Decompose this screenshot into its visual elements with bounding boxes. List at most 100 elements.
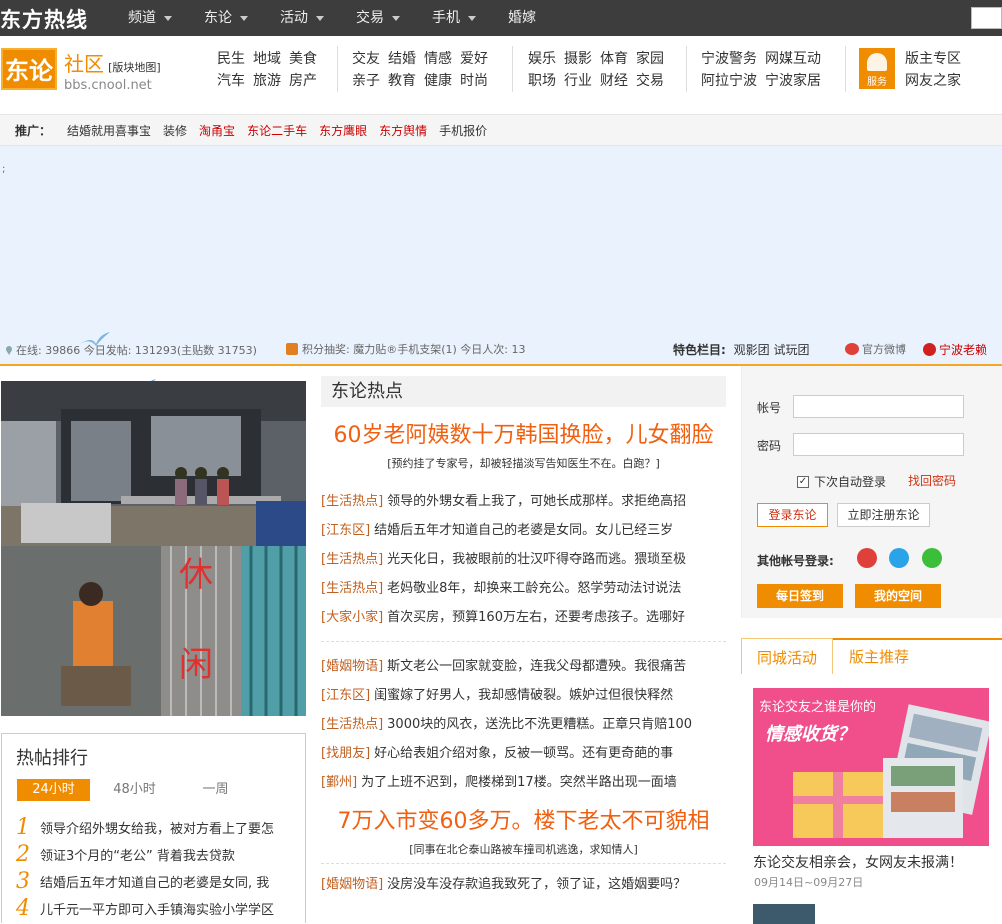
hot-ranking-item[interactable]: 1 领导介绍外甥女给我，被对方看上了要怎: [16, 814, 274, 841]
news-text[interactable]: 闺蜜嫁了好男人，我却感情破裂。嫉妒过但很快释然: [374, 684, 673, 703]
site-map-link[interactable]: [版块地图]: [108, 61, 161, 74]
promo-link[interactable]: 手机报价: [439, 122, 487, 139]
tab-moderator-pick[interactable]: 版主推荐: [833, 638, 925, 674]
featured-photo[interactable]: [1, 381, 306, 546]
news-tag[interactable]: [生活热点]: [321, 577, 383, 596]
channel-link[interactable]: 娱乐: [528, 48, 556, 70]
my-space-button[interactable]: 我的空间: [855, 584, 941, 608]
news-text[interactable]: 首次买房，预算160万左右，还要考虑孩子。选哪好: [387, 606, 685, 625]
service-button[interactable]: 服务: [859, 48, 895, 89]
channel-link[interactable]: 交易: [636, 70, 664, 92]
daily-signin-button[interactable]: 每日签到: [757, 584, 843, 608]
activity-thumbnail[interactable]: [753, 904, 815, 924]
channel-link[interactable]: 家园: [636, 48, 664, 70]
news-item[interactable]: [大家小家] 首次买房，预算160万左右，还要考虑孩子。选哪好: [321, 601, 726, 630]
channel-link[interactable]: 行业: [564, 70, 592, 92]
channel-link[interactable]: 宁波家居: [765, 70, 821, 92]
tab-48h[interactable]: 48小时: [98, 779, 171, 801]
forum-logo[interactable]: 东论: [1, 48, 57, 90]
news-text[interactable]: 光天化日，我被眼前的壮汉吓得夺路而逃。猥琐至极: [387, 548, 686, 567]
news-tag[interactable]: [婚姻物语]: [321, 655, 383, 674]
channel-link[interactable]: 阿拉宁波: [701, 70, 757, 92]
promo-link[interactable]: 东论二手车: [247, 122, 307, 139]
promo-link[interactable]: 东方鹰眼: [319, 122, 367, 139]
activity-caption[interactable]: 东论交友相亲会，女网友未报满！: [753, 852, 963, 872]
channel-link[interactable]: 职场: [528, 70, 556, 92]
news-tag[interactable]: [生活热点]: [321, 548, 383, 567]
news-item[interactable]: [找朋友] 好心给表姐介绍对象，反被一顿骂。还有更奇葩的事: [321, 737, 726, 766]
account-input[interactable]: [793, 395, 964, 418]
lottery-text[interactable]: 积分抽奖: 魔力贴®手机支架(1) 今日人次: 13: [302, 341, 525, 357]
hot-ranking-item[interactable]: 2 领证3个月的“老公” 背着我去贷款: [16, 841, 274, 868]
channel-link[interactable]: 地域: [253, 48, 281, 70]
headline-link[interactable]: 7万入市变60多万。楼下老太不可貌相: [321, 803, 726, 835]
lottery-stats[interactable]: 积分抽奖: 魔力贴®手机支架(1) 今日人次: 13: [286, 341, 525, 357]
activity-image[interactable]: 东论交友之谁是你的 情感收货？: [753, 688, 989, 846]
channel-link[interactable]: 健康: [424, 70, 452, 92]
nav-item[interactable]: 活动: [264, 0, 340, 36]
featured-link[interactable]: 试玩团: [773, 343, 809, 357]
site-logo[interactable]: 东方热线: [0, 4, 88, 34]
channel-link[interactable]: 旅游: [253, 70, 281, 92]
channel-link[interactable]: 体育: [600, 48, 628, 70]
tab-city-activity[interactable]: 同城活动: [741, 638, 833, 674]
banner-ad[interactable]: ;: [0, 146, 1002, 397]
nav-item[interactable]: 交易: [340, 0, 416, 36]
remember-checkbox[interactable]: ✓ 下次自动登录: [797, 473, 886, 490]
news-item[interactable]: [江东区] 闺蜜嫁了好男人，我却感情破裂。嫉妒过但很快释然: [321, 679, 726, 708]
news-tag[interactable]: [大家小家]: [321, 606, 383, 625]
qq-login-icon[interactable]: [889, 548, 909, 568]
official-weibo-link[interactable]: 官方微博: [845, 341, 906, 357]
news-item[interactable]: [鄞州] 为了上班不迟到，爬楼梯到17楼。突然半路出现一面墙: [321, 766, 726, 795]
news-item[interactable]: [生活热点] 老妈敬业8年，却换来工龄充公。怒学劳动法讨说法: [321, 572, 726, 601]
news-tag[interactable]: [鄞州]: [321, 771, 357, 790]
channel-link[interactable]: 交友: [352, 48, 380, 70]
headline-link[interactable]: 60岁老阿姨数十万韩国换脸，儿女翻脸: [321, 417, 726, 449]
weibo-login-icon[interactable]: [857, 548, 877, 568]
channel-link[interactable]: 时尚: [460, 70, 488, 92]
channel-link[interactable]: 民生: [217, 48, 245, 70]
news-tag[interactable]: [婚姻物语]: [321, 873, 383, 892]
channel-link[interactable]: 财经: [600, 70, 628, 92]
channel-link[interactable]: 美食: [289, 48, 317, 70]
wechat-login-icon[interactable]: [922, 548, 942, 568]
tab-week[interactable]: 一周: [179, 779, 252, 801]
site-name[interactable]: 社区: [64, 52, 104, 76]
channel-link[interactable]: 版主专区: [905, 48, 961, 70]
news-text[interactable]: 3000块的风衣，送洗比不洗更糟糕。正章只肯赔100: [387, 713, 692, 732]
tab-24h[interactable]: 24小时: [17, 779, 90, 801]
channel-link[interactable]: 网友之家: [905, 70, 961, 92]
featured-link[interactable]: 观影团: [734, 343, 770, 357]
hot-ranking-text[interactable]: 儿千元一平方即可入手镇海实验小学学区: [40, 899, 274, 918]
news-tag[interactable]: [生活热点]: [321, 490, 383, 509]
channel-link[interactable]: 情感: [424, 48, 452, 70]
promo-link[interactable]: 淘甬宝: [199, 122, 235, 139]
register-button[interactable]: 立即注册东论: [837, 503, 930, 527]
nav-item[interactable]: 东论: [188, 0, 264, 36]
news-tag[interactable]: [生活热点]: [321, 713, 383, 732]
news-text[interactable]: 好心给表姐介绍对象，反被一顿骂。还有更奇葩的事: [374, 742, 673, 761]
news-item[interactable]: [生活热点] 3000块的风衣，送洗比不洗更糟糕。正章只肯赔100: [321, 708, 726, 737]
hot-ranking-item[interactable]: 4 儿千元一平方即可入手镇海实验小学学区: [16, 895, 274, 922]
password-input[interactable]: [793, 433, 964, 456]
search-input[interactable]: [971, 7, 1002, 29]
hot-ranking-text[interactable]: 领导介绍外甥女给我，被对方看上了要怎: [40, 818, 274, 837]
news-item[interactable]: [生活热点] 领导的外甥女看上我了，可她长成那样。求拒绝高招: [321, 485, 726, 514]
promo-link[interactable]: 结婚就用喜事宝: [67, 122, 151, 139]
channel-link[interactable]: 结婚: [388, 48, 416, 70]
forgot-password-link[interactable]: 找回密码: [908, 472, 956, 489]
channel-link[interactable]: 汽车: [217, 70, 245, 92]
news-text[interactable]: 没房没车没存款追我致死了，领了证，这婚姻要吗？: [387, 873, 686, 892]
headline-subtitle[interactable]: [同事在北仑泰山路被车撞司机逃逸，求知情人]: [321, 841, 726, 857]
channel-link[interactable]: 教育: [388, 70, 416, 92]
news-tag[interactable]: [找朋友]: [321, 742, 370, 761]
login-button[interactable]: 登录东论: [757, 503, 828, 527]
promo-link[interactable]: 东方舆情: [379, 122, 427, 139]
news-text[interactable]: 为了上班不迟到，爬楼梯到17楼。突然半路出现一面墙: [361, 771, 677, 790]
news-item[interactable]: [婚姻物语] 没房没车没存款追我致死了，领了证，这婚姻要吗？: [321, 868, 726, 897]
nav-item[interactable]: 频道: [112, 0, 188, 36]
featured-photo[interactable]: 休 闲: [1, 546, 306, 716]
headline-subtitle[interactable]: [预约挂了专家号，却被轻描淡写告知医生不在。白跑？]: [321, 455, 726, 471]
news-text[interactable]: 斯文老公一回家就变脸，连我父母都遭殃。我很痛苦: [387, 655, 686, 674]
channel-link[interactable]: 亲子: [352, 70, 380, 92]
